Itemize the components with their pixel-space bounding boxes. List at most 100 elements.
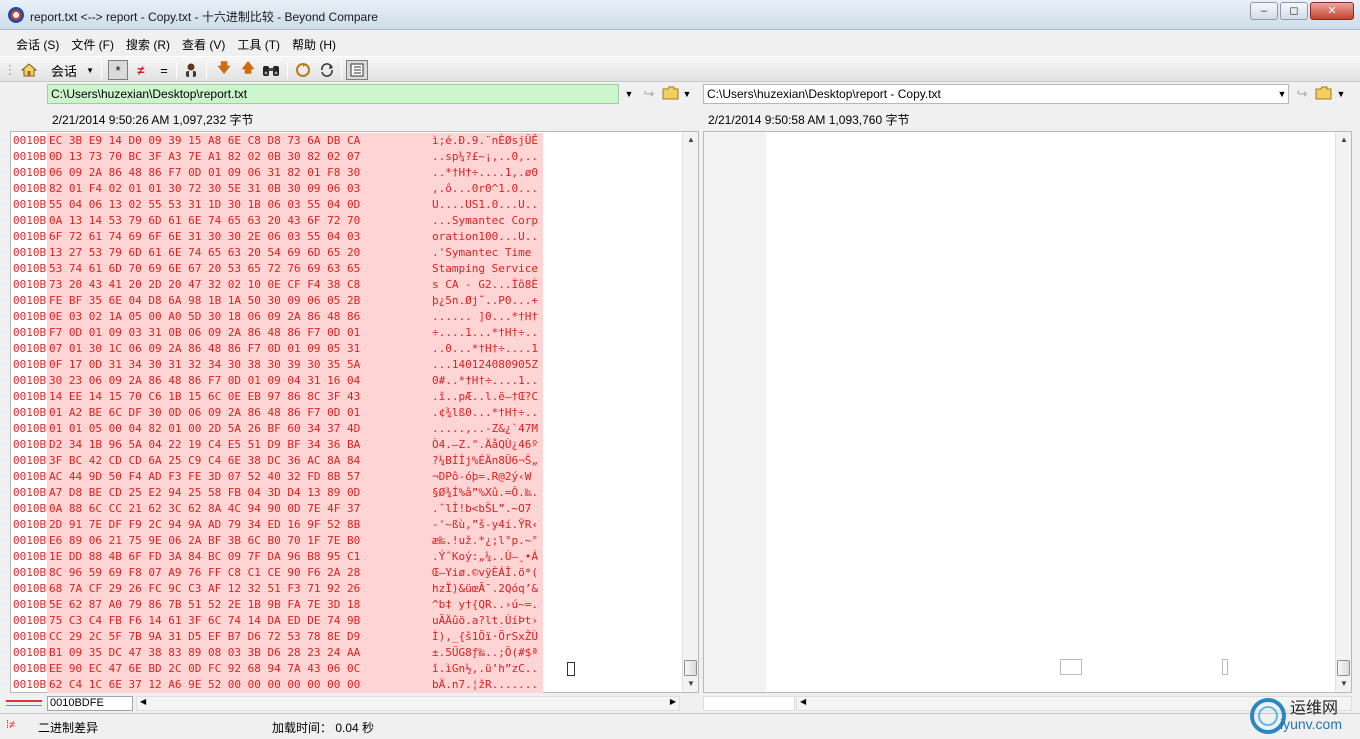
watermark-cn: 运维网 xyxy=(1290,700,1339,717)
details-pane-icon[interactable] xyxy=(346,60,368,80)
scroll-right-icon[interactable]: ▶ xyxy=(670,697,676,706)
hex-row[interactable]: 0010BD40 A7 D8 BE CD 25 E2 94 25 58 FB 04… xyxy=(11,485,651,501)
hex-row[interactable]: 0010BD20 3F BC 42 CD CD 6A 25 C9 C4 6E 38… xyxy=(11,453,651,469)
hex-row[interactable]: 0010BE00 62 C4 1C 6E 37 12 A6 9E 52 00 00… xyxy=(11,677,651,693)
right-path-field[interactable]: C:\Users\huzexian\Desktop\report - Copy.… xyxy=(703,84,1289,104)
hex-row[interactable]: 0010BC30 0A 13 14 53 79 6D 61 6E 74 65 63… xyxy=(11,213,651,229)
hex-row[interactable]: 0010BCE0 14 EE 14 15 70 C6 1B 15 6C 0E EB… xyxy=(11,389,651,405)
hex-row[interactable]: 0010BC20 55 04 06 13 02 55 53 31 1D 30 1B… xyxy=(11,197,651,213)
left-path-field[interactable]: C:\Users\huzexian\Desktop\report.txt xyxy=(47,84,619,104)
left-horizontal-scrollbar[interactable]: ◀ ▶ xyxy=(136,696,680,711)
binoculars-icon[interactable] xyxy=(260,60,282,80)
hex-row[interactable]: 0010BC60 53 74 61 6D 70 69 6E 67 20 53 65… xyxy=(11,261,651,277)
hex-row[interactable]: 0010BC90 0E 03 02 1A 05 00 A0 5D 30 18 06… xyxy=(11,309,651,325)
title-bar: report.txt <--> report - Copy.txt - 十六进制… xyxy=(0,0,1360,30)
next-diff-icon[interactable]: 🡇 xyxy=(214,60,234,80)
offset-field[interactable]: 0010BDFE xyxy=(47,696,133,711)
prev-diff-icon[interactable]: 🡅 xyxy=(238,60,258,80)
hex-row[interactable]: 0010BC40 6F 72 61 74 69 6F 6E 31 30 30 2E… xyxy=(11,229,651,245)
hex-bytes: A7 D8 BE CD 25 E2 94 25 58 FB 04 3D D4 1… xyxy=(47,485,445,501)
menu-file[interactable]: 文件 (F) xyxy=(65,31,120,55)
hex-ascii: ...... ]0...*†H† xyxy=(431,309,543,325)
hex-ascii: hzÏ)&üœÃ¯.2Qóq’& xyxy=(431,581,543,597)
toolbar-separator xyxy=(341,61,342,79)
hex-row[interactable]: 0010BD50 0A 88 6C CC 21 62 3C 62 8A 4C 94… xyxy=(11,501,651,517)
hex-ascii: Ì),_{š1Õï·ÖrSxŽÙ xyxy=(431,629,543,645)
hex-row[interactable]: 0010BC80 FE BF 35 6E 04 D8 6A 98 1B 1A 50… xyxy=(11,293,651,309)
hex-row[interactable]: 0010BBF0 0D 13 73 70 BC 3F A3 7E A1 82 02… xyxy=(11,149,651,165)
chevron-down-icon[interactable]: ▼ xyxy=(1334,84,1348,104)
hex-row[interactable]: 0010BD60 2D 91 7E DF F9 2C 94 9A AD 79 34… xyxy=(11,517,651,533)
hex-bytes: F7 0D 01 09 03 31 0B 06 09 2A 86 48 86 F… xyxy=(47,325,445,341)
hex-ascii: -'~ßù,”š-y4í.ŸR‹ xyxy=(431,517,543,533)
hex-row[interactable]: 0010BDD0 CC 29 2C 5F 7B 9A 31 D5 EF B7 D6… xyxy=(11,629,651,645)
show-diffs-label: ≠ xyxy=(137,62,145,78)
rules-icon[interactable] xyxy=(181,60,201,80)
hex-row[interactable]: 0010BC70 73 20 43 41 20 2D 20 47 32 02 10… xyxy=(11,277,651,293)
hex-row[interactable]: 0010BDE0 B1 09 35 DC 47 38 83 89 08 03 3B… xyxy=(11,645,651,661)
scroll-up-icon[interactable]: ▲ xyxy=(683,132,699,148)
arrow-return-icon[interactable]: ↪ xyxy=(1293,86,1311,102)
hex-row[interactable]: 0010BC00 06 09 2A 86 48 86 F7 0D 01 09 06… xyxy=(11,165,651,181)
right-vertical-scrollbar[interactable]: ▲ ▼ xyxy=(1335,132,1351,692)
right-hex-pane[interactable]: ▲ ▼ xyxy=(703,131,1352,693)
hex-ascii: .....,..-Z&¿`47M xyxy=(431,421,543,437)
hex-row[interactable]: 0010BCD0 30 23 06 09 2A 86 48 86 F7 0D 01… xyxy=(11,373,651,389)
status-mode: 二进制差异 xyxy=(38,721,99,735)
hex-row[interactable]: 0010BCB0 07 01 30 1C 06 09 2A 86 48 86 F7… xyxy=(11,341,651,357)
hex-row[interactable]: 0010BBE0 EC 3B E9 14 D0 09 39 15 A8 6E C8… xyxy=(11,133,651,149)
scroll-left-icon[interactable]: ◀ xyxy=(140,697,146,706)
chevron-down-icon[interactable]: ▼ xyxy=(680,84,694,104)
folder-open-icon[interactable] xyxy=(1315,86,1333,102)
hex-row[interactable]: 0010BCF0 01 A2 BE 6C DF 30 0D 06 09 2A 86… xyxy=(11,405,651,421)
hex-row[interactable]: 0010BD80 1E DD 88 4B 6F FD 3A 84 BC 09 7F… xyxy=(11,549,651,565)
minimize-button[interactable]: – xyxy=(1250,2,1278,20)
hex-row[interactable]: 0010BDC0 75 C3 C4 FB F6 14 61 3F 6C 74 14… xyxy=(11,613,651,629)
chevron-down-icon[interactable]: ▼ xyxy=(622,84,636,104)
arrow-return-icon[interactable]: ↪ xyxy=(640,86,658,102)
scroll-down-icon[interactable]: ▼ xyxy=(683,676,699,692)
scroll-thumb[interactable] xyxy=(1337,660,1350,676)
hex-row[interactable]: 0010BCC0 0F 17 0D 31 34 30 31 32 34 30 38… xyxy=(11,357,651,373)
hex-row[interactable]: 0010BC10 82 01 F4 02 01 01 30 72 30 5E 31… xyxy=(11,181,651,197)
placeholder-caret xyxy=(1222,659,1228,675)
hex-row[interactable]: 0010BDB0 5E 62 87 A0 79 86 7B 51 52 2E 1B… xyxy=(11,597,651,613)
left-hex-pane[interactable]: 0010BBE0 EC 3B E9 14 D0 09 39 15 A8 6E C8… xyxy=(10,131,699,693)
maximize-button[interactable]: ◻ xyxy=(1280,2,1308,20)
hex-bytes: 6F 72 61 74 69 6F 6E 31 30 30 2E 06 03 5… xyxy=(47,229,445,245)
swap-sides-icon[interactable] xyxy=(293,60,313,80)
menu-search[interactable]: 搜索 (R) xyxy=(120,31,176,55)
close-button[interactable]: ✕ xyxy=(1310,2,1354,20)
chevron-down-icon[interactable]: ▼ xyxy=(1275,84,1289,104)
menu-view[interactable]: 查看 (V) xyxy=(176,31,231,55)
status-bar: ⁞≠ 二进制差异 加载时间： 0.04 秒 xyxy=(0,713,1360,739)
show-same-label: = xyxy=(160,62,168,78)
scroll-left-icon[interactable]: ◀ xyxy=(800,697,806,706)
session-dropdown[interactable]: 会话 ▼ xyxy=(46,60,98,80)
left-vertical-scrollbar[interactable]: ▲ ▼ xyxy=(682,132,698,692)
show-diffs-button[interactable]: ≠ xyxy=(131,60,151,80)
hex-row[interactable]: 0010BD00 01 01 05 00 04 82 01 00 2D 5A 26… xyxy=(11,421,651,437)
hex-row[interactable]: 0010BD70 E6 89 06 21 75 9E 06 2A BF 3B 6C… xyxy=(11,533,651,549)
folder-open-icon[interactable] xyxy=(662,86,680,102)
hex-row[interactable]: 0010BD10 D2 34 1B 96 5A 04 22 19 C4 E5 51… xyxy=(11,437,651,453)
hex-row[interactable]: 0010BCA0 F7 0D 01 09 03 31 0B 06 09 2A 86… xyxy=(11,325,651,341)
menu-tools[interactable]: 工具 (T) xyxy=(231,31,286,55)
hex-row[interactable]: 0010BDA0 68 7A CF 29 26 FC 9C C3 AF 12 32… xyxy=(11,581,651,597)
right-offset-field[interactable] xyxy=(703,696,795,711)
reload-icon[interactable] xyxy=(317,60,337,80)
scroll-thumb[interactable] xyxy=(684,660,697,676)
hex-row[interactable]: 0010BDF0 EE 90 EC 47 6E BD 2C 0D FC 92 68… xyxy=(11,661,651,677)
hex-bytes: 62 C4 1C 6E 37 12 A6 9E 52 00 00 00 00 0… xyxy=(47,677,445,693)
scroll-up-icon[interactable]: ▲ xyxy=(1336,132,1352,148)
show-all-button[interactable]: * xyxy=(108,60,128,80)
menu-session[interactable]: 会话 (S) xyxy=(10,31,65,55)
thumbnail-overview[interactable] xyxy=(6,700,42,706)
menu-help[interactable]: 帮助 (H) xyxy=(286,31,342,55)
show-same-button[interactable]: = xyxy=(154,60,174,80)
hex-row[interactable]: 0010BC50 13 27 53 79 6D 61 6E 74 65 63 20… xyxy=(11,245,651,261)
hex-row[interactable]: 0010BD90 8C 96 59 69 F8 07 A9 76 FF C8 C1… xyxy=(11,565,651,581)
hex-row[interactable]: 0010BD30 AC 44 9D 50 F4 AD F3 FE 3D 07 52… xyxy=(11,469,651,485)
home-icon[interactable] xyxy=(18,60,40,80)
hex-ascii: Stamping Service xyxy=(431,261,543,277)
